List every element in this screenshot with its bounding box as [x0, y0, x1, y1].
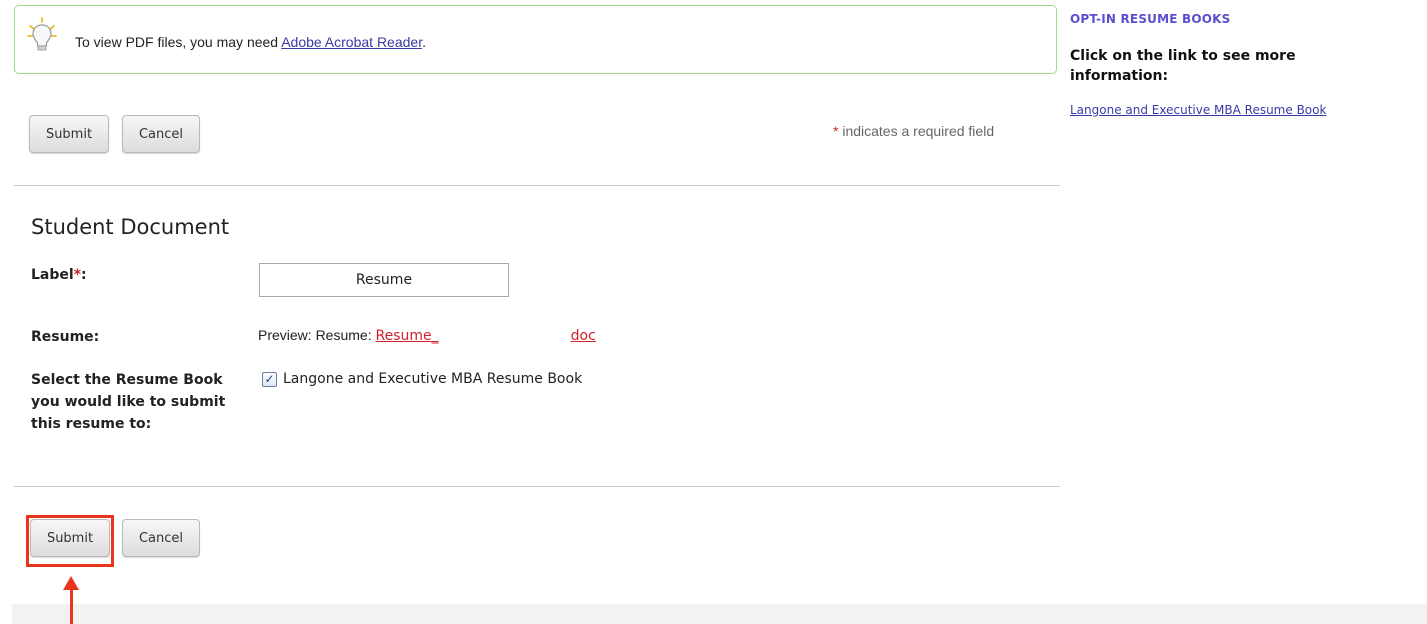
- label-field-label: Label*:: [31, 264, 87, 286]
- footer-band: [12, 604, 1427, 624]
- resume-book-option-label[interactable]: Langone and Executive MBA Resume Book: [283, 371, 582, 387]
- info-text: To view PDF files, you may need: [75, 34, 282, 50]
- cancel-button-top[interactable]: Cancel: [122, 115, 200, 153]
- resume-field-label: Resume:: [31, 329, 100, 345]
- preview-prefix: Preview: Resume:: [258, 327, 376, 343]
- divider-top: [14, 185, 1060, 186]
- section-title: Student Document: [31, 215, 230, 239]
- info-message: To view PDF files, you may need Adobe Ac…: [75, 34, 426, 50]
- required-note-text: indicates a required field: [838, 123, 995, 139]
- info-trailing: .: [422, 34, 426, 50]
- cancel-button-bottom[interactable]: Cancel: [122, 519, 200, 557]
- resume-file-link[interactable]: Resume_ doc: [375, 328, 595, 344]
- lightbulb-icon: [27, 17, 57, 51]
- label-input[interactable]: [259, 263, 509, 297]
- required-field-note: * indicates a required field: [833, 123, 994, 139]
- resume-book-field-label: Select the Resume Book you would like to…: [31, 372, 226, 432]
- up-arrow-shaft: [70, 588, 73, 624]
- resume-book-option: ✓ Langone and Executive MBA Resume Book: [262, 371, 582, 387]
- submit-highlight-box: [26, 515, 114, 567]
- sidebar-resume-book-link[interactable]: Langone and Executive MBA Resume Book: [1070, 103, 1326, 117]
- submit-button-top[interactable]: Submit: [29, 115, 109, 153]
- sidebar-subheading: Click on the link to see more informatio…: [1070, 48, 1296, 84]
- resume-link-start: Resume_: [375, 328, 439, 344]
- checkmark-icon: ✓: [264, 372, 275, 386]
- label-field-colon: :: [81, 267, 87, 283]
- resume-link-end: doc: [570, 328, 596, 344]
- adobe-reader-link[interactable]: Adobe Acrobat Reader: [281, 34, 422, 50]
- label-required-star: *: [73, 267, 82, 283]
- resume-preview: Preview: Resume: Resume_ doc: [258, 327, 596, 344]
- divider-bottom: [14, 486, 1060, 487]
- label-field-text: Label: [31, 267, 74, 283]
- sidebar-heading: OPT-IN RESUME BOOKS: [1070, 12, 1231, 26]
- resume-book-checkbox[interactable]: ✓: [262, 371, 277, 387]
